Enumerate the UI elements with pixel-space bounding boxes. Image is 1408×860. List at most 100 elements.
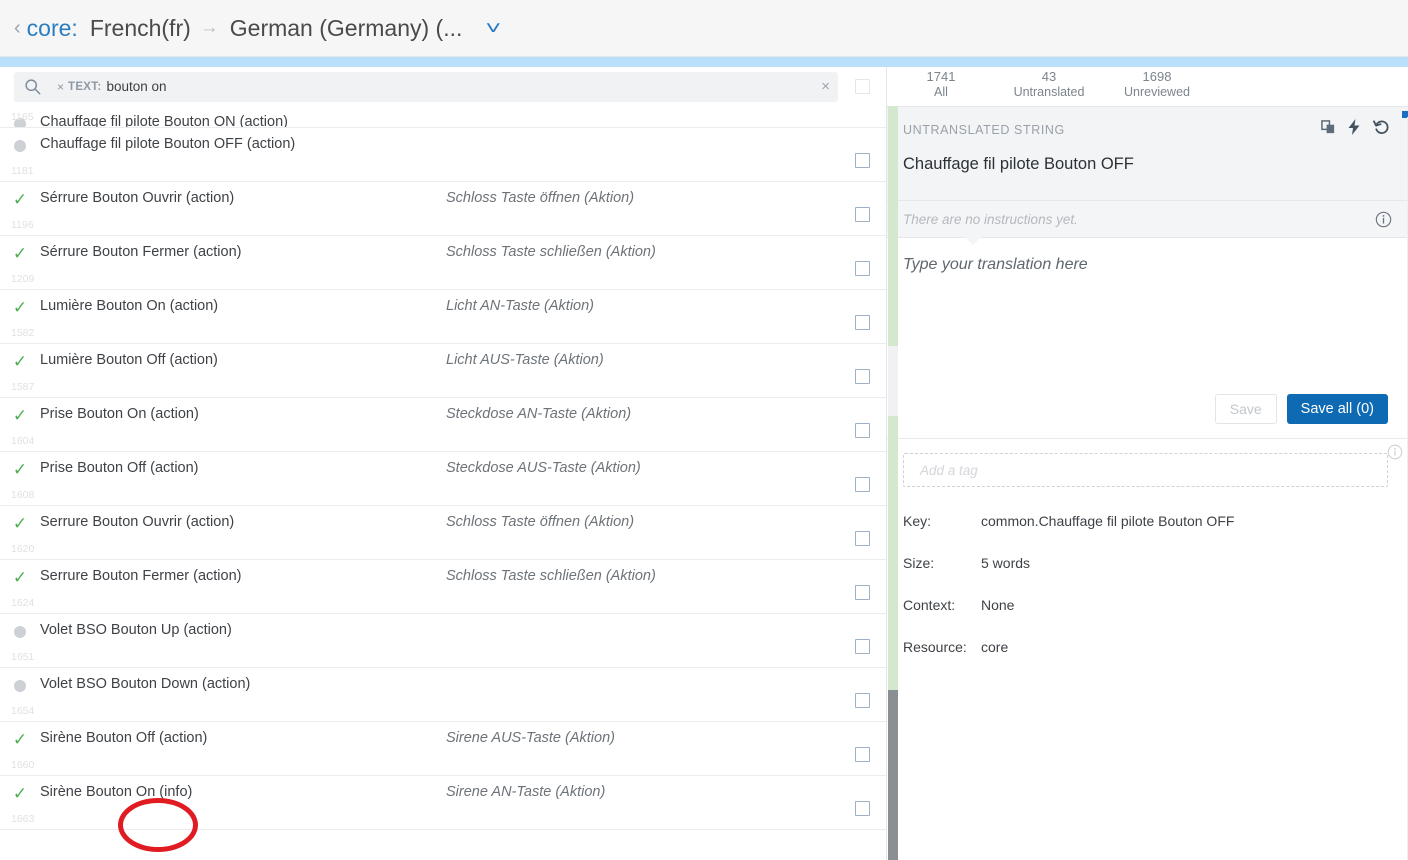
remove-filter-icon[interactable]: ×	[57, 80, 64, 94]
row-checkbox[interactable]	[854, 369, 870, 384]
table-row[interactable]: Volet BSO Bouton Down (action) 1654	[0, 668, 886, 722]
row-id: 1654	[11, 705, 35, 717]
row-status: ✓	[0, 452, 40, 478]
untranslated-dot-icon	[14, 140, 26, 152]
row-checkbox[interactable]	[854, 639, 870, 654]
table-row[interactable]: ✓ Lumière Bouton On (action) Licht AN-Tast…	[0, 290, 886, 344]
untranslated-dot-icon	[14, 680, 26, 692]
row-checkbox-cell	[838, 128, 886, 168]
row-id: 1651	[11, 651, 35, 663]
row-checkbox-cell	[838, 776, 886, 816]
select-all-checkbox[interactable]	[854, 79, 870, 94]
translated-check-icon: ✓	[12, 460, 28, 479]
stats-bar: 1741 All 43 Untranslated 1698 Unreviewed	[887, 67, 1408, 106]
row-id: 1663	[11, 813, 35, 825]
row-checkbox[interactable]	[854, 423, 870, 438]
row-target-text: Schloss Taste schließen (Aktion)	[446, 568, 656, 584]
row-checkbox-cell	[838, 290, 886, 330]
table-row[interactable]: ✓ Lumière Bouton Off (action) Licht AUS-Ta…	[0, 344, 886, 398]
row-checkbox[interactable]	[854, 801, 870, 816]
row-source-text: Sérrure Bouton Fermer (action)	[40, 244, 242, 260]
copy-source-icon[interactable]	[1321, 119, 1336, 135]
string-list[interactable]: Chauffage fil pilote Bouton ON (action) 1…	[0, 106, 886, 860]
row-checkbox[interactable]	[854, 261, 870, 276]
back-chevron-icon[interactable]: ‹	[14, 18, 21, 38]
row-id: 1620	[11, 543, 35, 555]
row-source-text: Volet BSO Bouton Down (action)	[40, 676, 251, 692]
table-row[interactable]: ✓ Prise Bouton Off (action) Steckdose AUS-…	[0, 452, 886, 506]
translation-editor[interactable]: Type your translation here Save Save all…	[887, 238, 1408, 438]
breadcrumb-header: ‹ core: French(fr) → German (Germany) (.…	[0, 0, 1408, 57]
revert-icon[interactable]	[1373, 119, 1390, 135]
row-source-text: Prise Bouton On (action)	[40, 406, 199, 422]
row-target-text: Steckdose AN-Taste (Aktion)	[446, 406, 632, 422]
stat-label: Untranslated	[1013, 85, 1085, 99]
table-row[interactable]: ✓ Serrure Bouton Fermer (action) Schloss T…	[0, 560, 886, 614]
row-checkbox[interactable]	[854, 585, 870, 600]
stat-unreviewed[interactable]: 1698 Unreviewed	[1103, 69, 1211, 100]
table-row[interactable]: Volet BSO Bouton Up (action) 1651	[0, 614, 886, 668]
row-id: 1582	[11, 327, 35, 339]
breadcrumb-target-language: German (Germany) (...	[229, 14, 463, 41]
clear-search-icon[interactable]: ×	[821, 78, 830, 95]
machine-translate-icon[interactable]	[1348, 119, 1361, 135]
stat-number: 1741	[926, 69, 956, 84]
table-row[interactable]: ✓ Serrure Bouton Ouvrir (action) Schloss T…	[0, 506, 886, 560]
table-row[interactable]: ✓ Sirène Bouton On (info) Sirene AN-Taste …	[0, 776, 886, 830]
table-row[interactable]: ✓ Sirène Bouton Off (action) Sirene AUS-Ta…	[0, 722, 886, 776]
stat-label: All	[934, 85, 948, 99]
row-checkbox[interactable]	[854, 207, 870, 222]
row-status: ✓	[0, 776, 40, 802]
translated-check-icon: ✓	[12, 514, 28, 533]
row-target-text: Licht AUS-Taste (Aktion)	[446, 352, 604, 368]
tag-info-icon[interactable]	[1387, 444, 1403, 460]
row-source-text: Sirène Bouton Off (action)	[40, 730, 208, 746]
breadcrumb-project[interactable]: core:	[27, 15, 78, 42]
editor-pane: 1741 All 43 Untranslated 1698 Unreviewed UNTR…	[886, 67, 1408, 860]
translated-check-icon: ✓	[12, 244, 28, 263]
metadata-value: common.Chauffage fil pilote Bouton OFF	[981, 513, 1235, 529]
metadata-row: Context: None	[903, 597, 1392, 613]
stat-untranslated[interactable]: 43 Untranslated	[995, 69, 1103, 100]
chevron-down-icon[interactable]: ˅	[486, 18, 502, 39]
table-row[interactable]: Chauffage fil pilote Bouton ON (action) 1…	[0, 106, 886, 128]
instructions-info-icon[interactable]	[1375, 211, 1392, 228]
string-state-label: UNTRANSLATED STRING	[903, 123, 1065, 137]
row-source-text: Serrure Bouton Fermer (action)	[40, 568, 242, 584]
table-row[interactable]: ✓ Sérrure Bouton Ouvrir (action) Schloss T…	[0, 182, 886, 236]
main-content: × TEXT: bouton on × Chauffage fil pilote…	[0, 67, 1408, 860]
row-source-text: Prise Bouton Off (action)	[40, 460, 199, 476]
row-checkbox[interactable]	[854, 477, 870, 492]
save-actions: Save Save all (0)	[1214, 394, 1388, 424]
row-checkbox[interactable]	[854, 747, 870, 762]
add-tag-input[interactable]: Add a tag	[903, 453, 1388, 487]
row-target-text: Sirene AUS-Taste (Aktion)	[446, 730, 615, 746]
row-source-text: Lumière Bouton Off (action)	[40, 352, 218, 368]
row-checkbox[interactable]	[854, 153, 870, 168]
row-checkbox[interactable]	[854, 531, 870, 546]
table-row[interactable]: ✓ Prise Bouton On (action) Steckdose AN-Ta…	[0, 398, 886, 452]
stat-label: Unreviewed	[1123, 85, 1190, 99]
metadata-row: Size: 5 words	[903, 555, 1392, 571]
table-row[interactable]: ✓ Sérrure Bouton Fermer (action) Schloss T…	[0, 236, 886, 290]
table-row[interactable]: Chauffage fil pilote Bouton OFF (action)…	[0, 128, 886, 182]
stat-number: 43	[1041, 69, 1057, 84]
translated-check-icon: ✓	[12, 784, 28, 803]
row-id: 1196	[11, 219, 34, 231]
save-all-button[interactable]: Save all (0)	[1286, 394, 1388, 424]
row-source-text: Chauffage fil pilote Bouton ON (action)	[40, 114, 288, 128]
row-checkbox-cell	[838, 614, 886, 654]
row-status: ✓	[0, 722, 40, 748]
untranslated-dot-icon	[14, 626, 26, 638]
row-checkbox[interactable]	[854, 315, 870, 330]
metadata-value: core	[981, 639, 1009, 655]
row-status: ✓	[0, 236, 40, 262]
save-button[interactable]: Save	[1214, 394, 1277, 424]
filter-key-label: TEXT:	[68, 80, 102, 93]
row-checkbox-cell	[838, 560, 886, 600]
search-input[interactable]: × TEXT: bouton on ×	[14, 71, 838, 102]
row-checkbox[interactable]	[854, 693, 870, 708]
instructions-bar: There are no instructions yet.	[887, 200, 1408, 245]
stat-all[interactable]: 1741 All	[887, 69, 995, 100]
filter-value-text: bouton on	[106, 79, 167, 94]
